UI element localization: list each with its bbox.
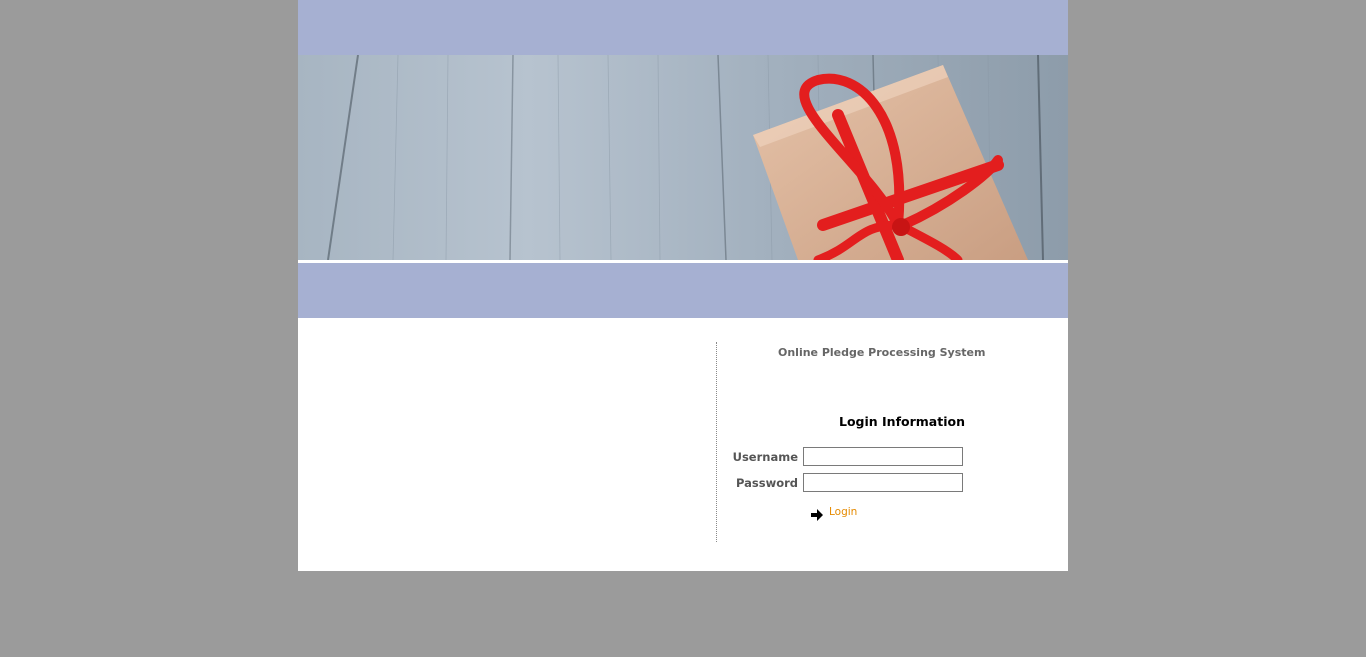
arrow-right-icon [811,506,823,521]
login-heading: Login Information [839,414,965,429]
password-input[interactable] [803,473,963,492]
page-container: Online Pledge Processing System Login In… [298,0,1068,571]
column-divider [716,342,717,542]
password-label: Password [736,476,798,490]
username-label: Username [732,450,798,464]
login-link[interactable]: Login [811,506,858,521]
system-title: Online Pledge Processing System [778,346,986,359]
banner-image [298,55,1068,260]
username-input[interactable] [803,447,963,466]
header-top-band [298,0,1068,55]
header-bottom-band [298,263,1068,318]
login-link-label: Login [829,506,858,518]
